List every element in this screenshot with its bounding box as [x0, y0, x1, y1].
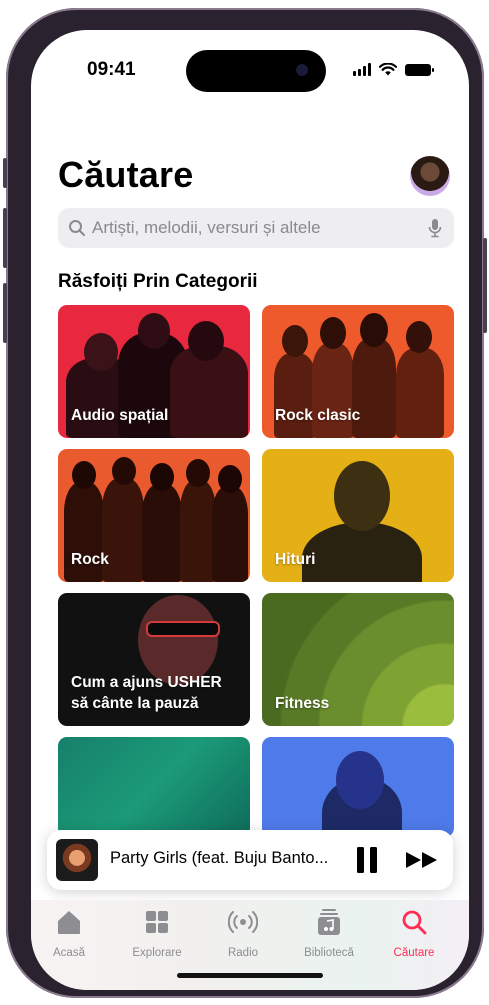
search-placeholder: Artiști, melodii, versuri și altele	[92, 218, 321, 237]
search-input[interactable]: Artiști, melodii, versuri și altele	[58, 208, 454, 248]
wifi-icon	[379, 63, 397, 76]
mini-player[interactable]: Party Girls (feat. Buju Banto...	[47, 830, 453, 890]
category-label: Hituri	[275, 551, 316, 568]
category-tile-audio-spatial[interactable]: Audio spațial	[58, 305, 250, 438]
category-label: Fitness	[275, 695, 330, 712]
tab-label: Bibliotecă	[304, 947, 354, 959]
category-tile-row4-right[interactable]	[262, 737, 454, 837]
category-tile-fitness[interactable]: Fitness	[262, 593, 454, 726]
now-playing-artwork[interactable]	[56, 839, 98, 881]
status-time: 09:41	[87, 59, 136, 80]
section-title: Răsfoiți Prin Categorii	[58, 271, 258, 292]
search-icon	[69, 220, 85, 236]
tab-label: Radio	[227, 947, 259, 959]
category-tile-hituri[interactable]: Hituri	[262, 449, 454, 582]
power-button	[483, 238, 487, 333]
dynamic-island	[186, 50, 326, 92]
screen: 09:41 Căutare Artiști, melodii, versuri …	[31, 30, 469, 990]
status-icons	[353, 63, 434, 76]
category-tile-rock[interactable]: Rock	[58, 449, 250, 582]
volume-up-button	[3, 208, 7, 268]
pause-button[interactable]	[357, 847, 379, 873]
home-indicator[interactable]	[177, 973, 323, 978]
tab-explore[interactable]: Explorare	[117, 908, 197, 959]
tab-label: Căutare	[393, 947, 435, 959]
avatar[interactable]	[410, 156, 450, 196]
tab-search[interactable]: Căutare	[374, 908, 454, 959]
mute-switch	[3, 158, 7, 188]
category-artwork	[262, 737, 454, 837]
home-icon	[58, 911, 80, 934]
tab-label: Explorare	[132, 947, 182, 959]
tab-library[interactable]: Bibliotecă	[289, 908, 369, 959]
category-label: Rock clasic	[275, 407, 361, 424]
search-icon	[402, 910, 427, 935]
library-icon	[318, 909, 340, 935]
tab-home[interactable]: Acasă	[31, 908, 109, 959]
grid-icon	[146, 911, 168, 933]
category-label: Audio spațial	[71, 407, 169, 424]
battery-icon	[405, 63, 434, 76]
tab-radio[interactable]: Radio	[203, 908, 283, 959]
camera-icon	[296, 64, 308, 76]
radio-icon	[227, 911, 259, 933]
forward-button[interactable]	[405, 851, 439, 869]
tab-label: Acasă	[53, 947, 85, 959]
category-label: Cum a ajuns USHER să cânte la pauză	[71, 674, 222, 712]
signal-icon	[353, 63, 371, 76]
now-playing-title[interactable]: Party Girls (feat. Buju Banto...	[110, 849, 328, 868]
page-title: Căutare	[58, 154, 194, 195]
microphone-icon[interactable]	[428, 218, 442, 238]
category-label: Rock	[71, 551, 109, 568]
category-tile-usher[interactable]: Cum a ajuns USHER să cânte la pauză	[58, 593, 250, 726]
category-tile-row4-left[interactable]	[58, 737, 250, 837]
category-tile-rock-clasic[interactable]: Rock clasic	[262, 305, 454, 438]
phone-frame: 09:41 Căutare Artiști, melodii, versuri …	[3, 8, 487, 998]
volume-down-button	[3, 283, 7, 343]
